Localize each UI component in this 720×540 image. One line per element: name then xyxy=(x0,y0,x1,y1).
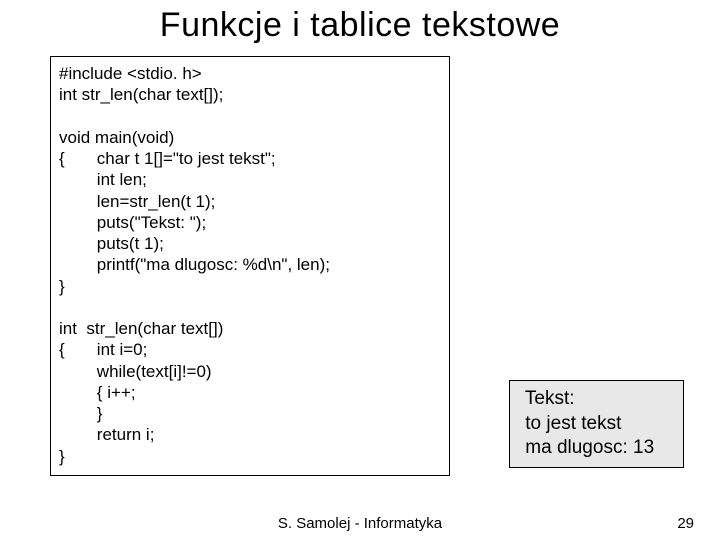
page-number: 29 xyxy=(677,515,694,532)
page-title: Funkcje i tablice tekstowe xyxy=(0,0,720,45)
program-output: Tekst: to jest tekst ma dlugosc: 13 xyxy=(509,380,684,468)
code-listing: #include <stdio. h> int str_len(char tex… xyxy=(50,56,450,476)
slide: Funkcje i tablice tekstowe #include <std… xyxy=(0,0,720,540)
footer-text: S. Samolej - Informatyka xyxy=(0,515,720,532)
